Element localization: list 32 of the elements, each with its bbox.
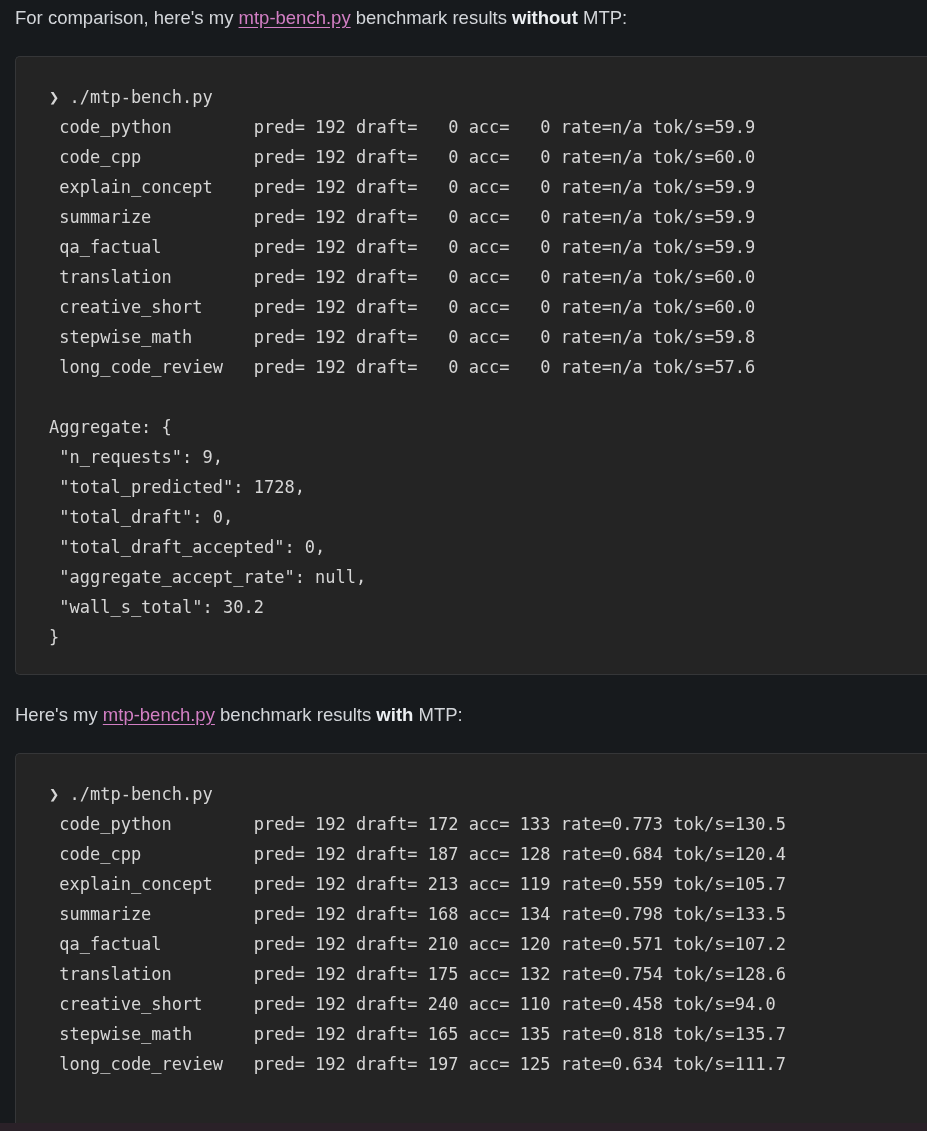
code-line: "n_requests": 9, xyxy=(58,446,223,469)
code-line: translation pred= 192 draft= 0 acc= 0 rate=n/a tok/s=60.0 xyxy=(58,266,756,289)
code-line: code_python pred= 192 draft= 172 acc= 133 rate=0.773 tok/s=130.5 xyxy=(58,813,786,836)
code-line: explain_concept pred= 192 draft= 0 acc= 0 rate=n/a tok/s=59.9 xyxy=(58,176,756,199)
file-link[interactable]: mtp-bench.py xyxy=(102,704,215,725)
intro-text: Here's my mtp-bench.py benchmark results with MTP: xyxy=(15,703,463,727)
intro-text: For comparison, here's my mtp-bench.py benchmark results without MTP: xyxy=(15,6,628,30)
file-link[interactable]: mtp-bench.py xyxy=(238,7,351,28)
code-line: creative_short pred= 192 draft= 240 acc= 110 rate=0.458 tok/s=94.0 xyxy=(58,993,776,1016)
code-line: long_code_review pred= 192 draft= 197 acc= 125 rate=0.634 tok/s=111.7 xyxy=(58,1053,786,1076)
code-line: long_code_review pred= 192 draft= 0 acc= 0 rate=n/a tok/s=57.6 xyxy=(58,356,756,379)
code-line: translation pred= 192 draft= 175 acc= 132 rate=0.754 tok/s=128.6 xyxy=(58,963,786,986)
code-line: "total_draft_accepted": 0, xyxy=(58,536,326,559)
code-line: ❯ ./mtp-bench.py xyxy=(49,783,213,806)
code-line: "wall_s_total": 30.2 xyxy=(58,596,264,619)
code-line: creative_short pred= 192 draft= 0 acc= 0 rate=n/a tok/s=60.0 xyxy=(58,296,756,319)
code-line: ❯ ./mtp-bench.py xyxy=(49,86,213,109)
code-line: summarize pred= 192 draft= 168 acc= 134 rate=0.798 tok/s=133.5 xyxy=(58,903,786,926)
code-line: stepwise_math pred= 192 draft= 0 acc= 0 rate=n/a tok/s=59.8 xyxy=(58,326,756,349)
code-line: "total_draft": 0, xyxy=(58,506,234,529)
code-line: } xyxy=(49,626,60,649)
code-line: qa_factual pred= 192 draft= 0 acc= 0 rate=n/a tok/s=59.9 xyxy=(58,236,756,259)
code-line: "total_predicted": 1728, xyxy=(58,476,305,499)
code-line: explain_concept pred= 192 draft= 213 acc= 119 rate=0.559 tok/s=105.7 xyxy=(58,873,786,896)
code-line: Aggregate: { xyxy=(49,416,172,439)
code-line: qa_factual pred= 192 draft= 210 acc= 120 rate=0.571 tok/s=107.2 xyxy=(58,933,786,956)
code-line: "aggregate_accept_rate": null, xyxy=(58,566,367,589)
code-line: code_python pred= 192 draft= 0 acc= 0 rate=n/a tok/s=59.9 xyxy=(58,116,756,139)
code-line: stepwise_math pred= 192 draft= 165 acc= 135 rate=0.818 tok/s=135.7 xyxy=(58,1023,786,1046)
code-line: code_cpp pred= 192 draft= 187 acc= 128 rate=0.684 tok/s=120.4 xyxy=(58,843,786,866)
code-line: summarize pred= 192 draft= 0 acc= 0 rate=n/a tok/s=59.9 xyxy=(58,206,756,229)
code-line: code_cpp pred= 192 draft= 0 acc= 0 rate=n/a tok/s=60.0 xyxy=(58,146,756,169)
